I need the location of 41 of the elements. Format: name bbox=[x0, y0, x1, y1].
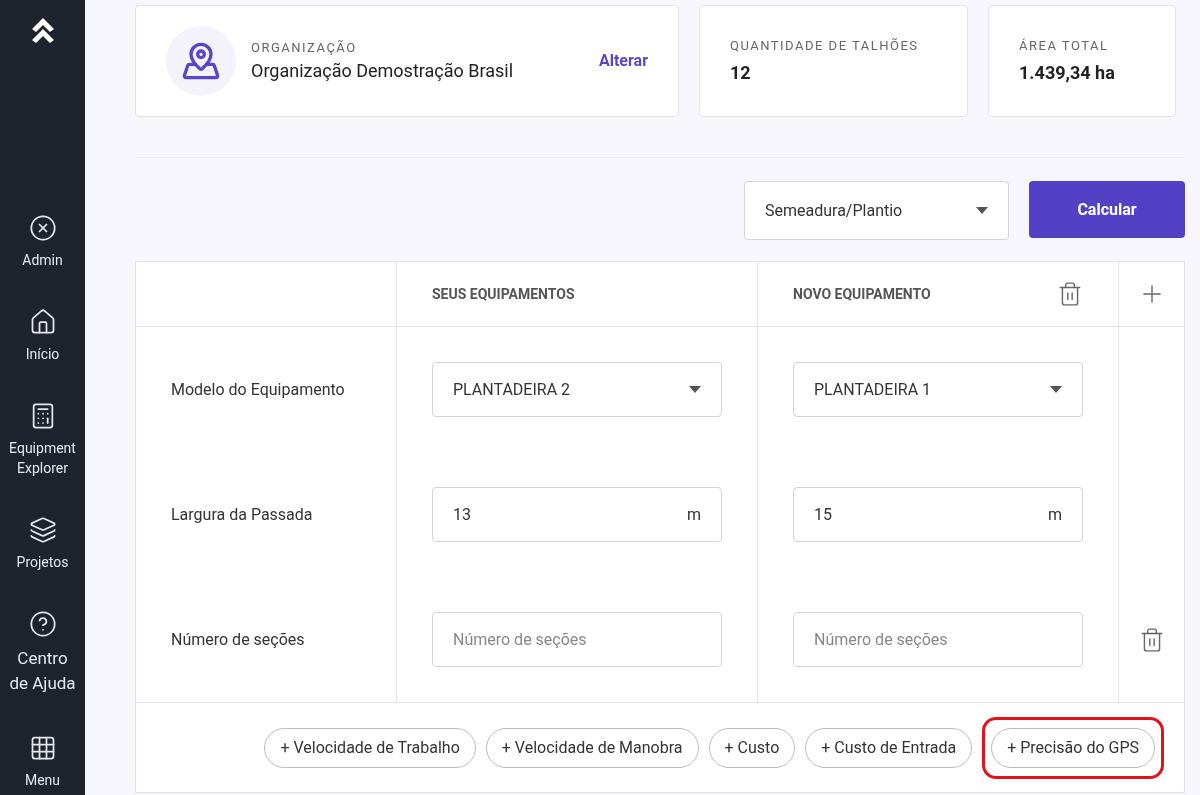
add-field-chip[interactable]: + Precisão do GPS bbox=[991, 727, 1155, 768]
delete-icon[interactable] bbox=[1057, 281, 1083, 307]
equipment-select[interactable]: PLANTADEIRA 1 bbox=[793, 362, 1083, 417]
calculate-button[interactable]: Calcular bbox=[1029, 181, 1185, 238]
sidebar-item[interactable]: Início bbox=[2, 344, 83, 364]
input-field[interactable]: Número de seções bbox=[793, 612, 1083, 667]
stat-label: ÁREA TOTAL bbox=[1019, 37, 1110, 56]
column-header: NOVO EQUIPAMENTO bbox=[793, 284, 931, 304]
row-label: Modelo do Equipamento bbox=[171, 378, 345, 401]
location-pin-icon bbox=[181, 41, 221, 81]
layers-icon[interactable] bbox=[28, 516, 57, 544]
sidebar-item[interactable]: Admin bbox=[2, 250, 83, 270]
input-field[interactable]: 15 m bbox=[793, 487, 1083, 542]
help-icon[interactable] bbox=[28, 610, 57, 638]
caret-icon bbox=[976, 207, 988, 214]
add-field-chip[interactable]: + Custo de Entrada bbox=[805, 727, 973, 768]
close-circle-icon[interactable] bbox=[28, 214, 57, 242]
stat-value: 12 bbox=[730, 60, 752, 85]
add-field-chip[interactable]: + Custo bbox=[708, 727, 796, 768]
add-field-chip[interactable]: + Velocidade de Trabalho bbox=[264, 727, 476, 768]
organization-name: Organização Demostração Brasil bbox=[251, 59, 515, 84]
stat-value: 1.439,34 ha bbox=[1019, 60, 1116, 85]
change-link[interactable]: Alterar bbox=[598, 49, 648, 73]
equipment-select[interactable]: PLANTADEIRA 2 bbox=[432, 362, 722, 417]
caret-icon bbox=[689, 386, 701, 393]
organization-label: ORGANIZAÇÃO bbox=[251, 38, 358, 57]
sidebar-item[interactable]: Projetos bbox=[2, 552, 83, 572]
operation-select[interactable]: Semeadura/Plantio bbox=[744, 181, 1009, 240]
unit-label: m bbox=[686, 503, 701, 526]
sidebar-item[interactable]: Centro de Ajuda bbox=[6, 646, 79, 696]
input-field[interactable]: 13 m bbox=[432, 487, 722, 542]
input-field[interactable]: Número de seções bbox=[432, 612, 722, 667]
unit-label: m bbox=[1047, 503, 1062, 526]
row-label: Número de seções bbox=[171, 628, 305, 651]
sidebar-item[interactable]: Menu bbox=[2, 770, 83, 790]
caret-icon bbox=[1050, 386, 1062, 393]
stat-label: QUANTIDADE DE TALHÕES bbox=[730, 37, 920, 56]
column-header: SEUS EQUIPAMENTOS bbox=[432, 284, 575, 304]
add-field-chip[interactable]: + Velocidade de Manobra bbox=[485, 727, 699, 768]
row-label: Largura da Passada bbox=[171, 503, 313, 526]
sidebar-item[interactable]: Equipment Explorer bbox=[2, 438, 83, 478]
